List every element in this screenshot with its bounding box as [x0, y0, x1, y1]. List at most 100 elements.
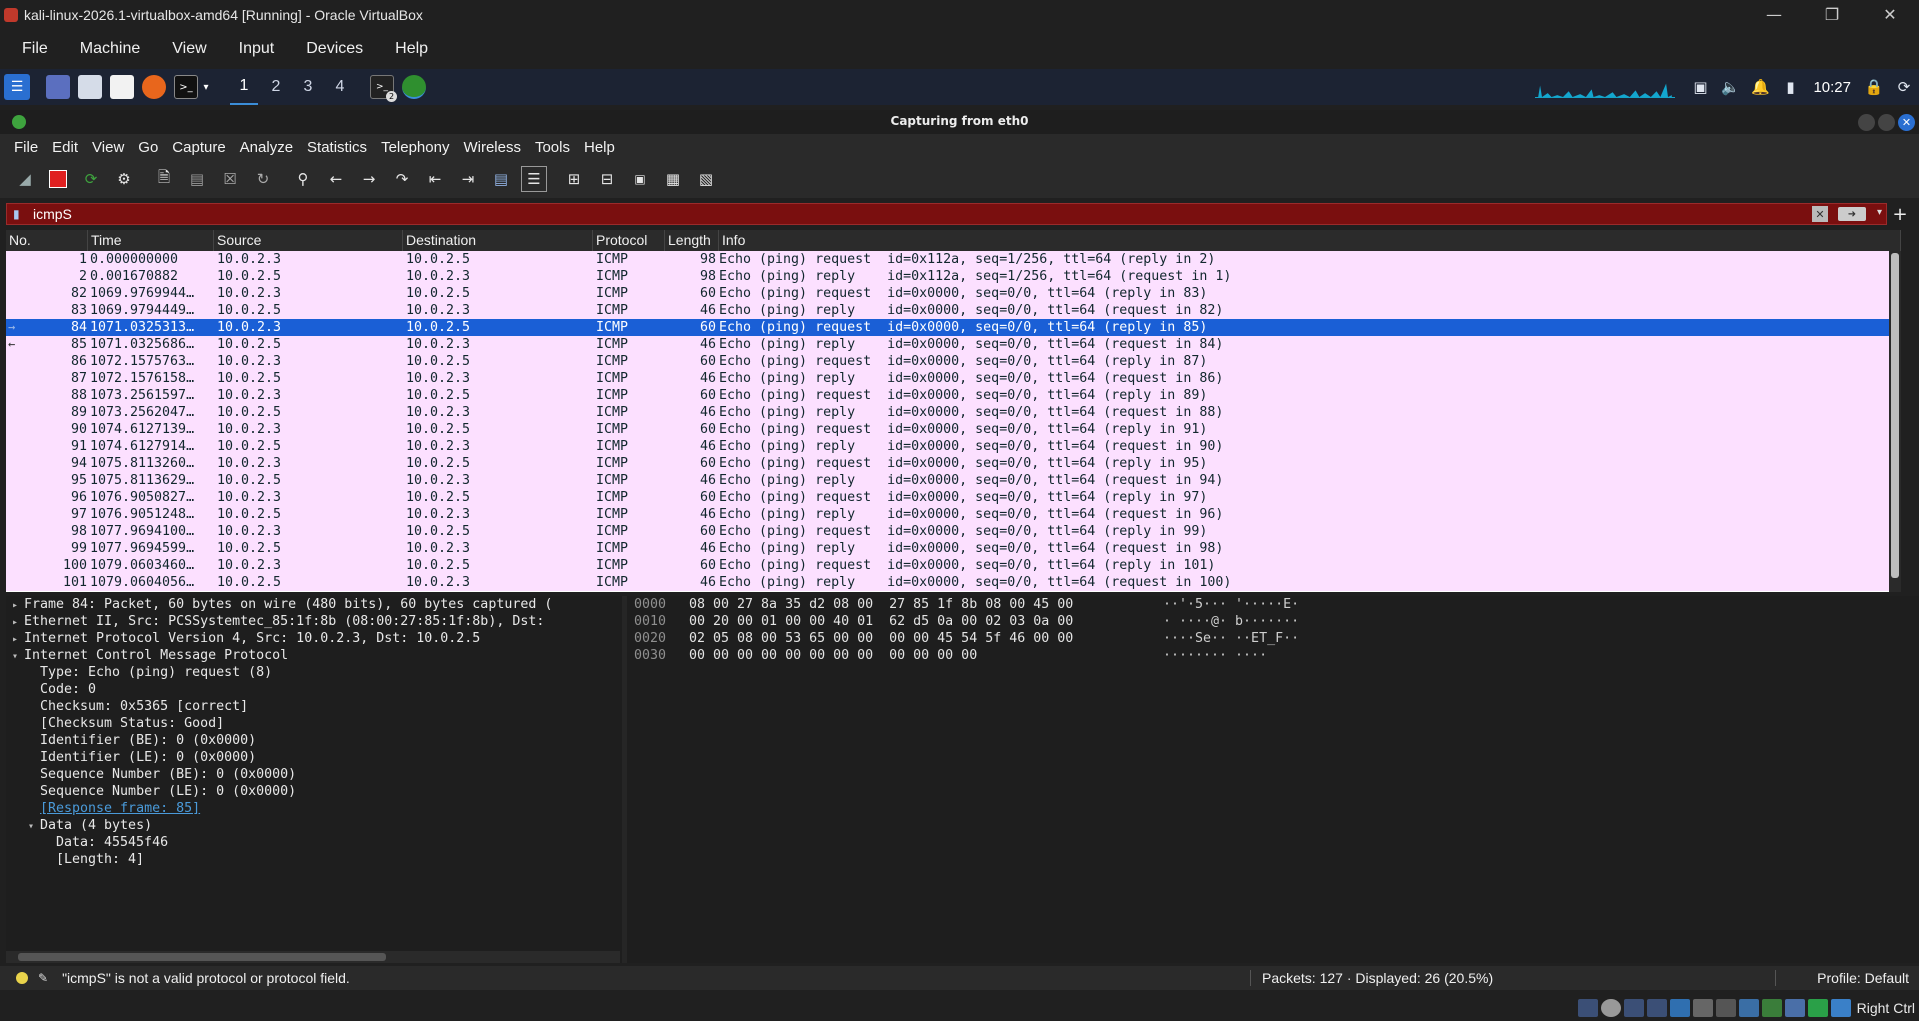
stop-capture-icon[interactable] — [45, 166, 71, 192]
packet-row[interactable]: 89 1073.2562047… 10.0.2.5 10.0.2.3 ICMP 46 Ech… — [6, 404, 1901, 421]
chevron-down-icon[interactable]: ▾ — [1877, 207, 1882, 218]
ws-menu-wireless[interactable]: Wireless — [458, 139, 526, 156]
ws-menu-statistics[interactable]: Statistics — [302, 139, 372, 156]
display-icon[interactable] — [1715, 999, 1736, 1017]
vbox-menu-view[interactable]: View — [161, 40, 217, 58]
taskbar-wireshark-icon[interactable] — [402, 75, 426, 99]
start-capture-icon[interactable]: ◢ — [12, 166, 38, 192]
vbox-menu-help[interactable]: Help — [384, 40, 439, 58]
detail-tree-item[interactable]: Data: 45545f46 — [6, 834, 622, 851]
minimize-button[interactable]: — — [1745, 0, 1803, 29]
close-button[interactable]: ✕ — [1861, 0, 1919, 29]
vbox-menu-devices[interactable]: Devices — [295, 40, 374, 58]
file-manager-icon[interactable] — [78, 75, 102, 99]
detail-tree-item[interactable]: ▾ Internet Control Message Protocol — [6, 647, 622, 664]
details-horizontal-scrollbar[interactable] — [6, 951, 620, 963]
packet-list[interactable]: No. Time Source Destination Protocol Len… — [6, 230, 1901, 592]
clear-filter-icon[interactable]: ✕ — [1812, 206, 1828, 222]
reload-file-icon[interactable]: ↻ — [250, 166, 276, 192]
ws-minimize-button[interactable] — [1858, 114, 1875, 131]
workspace-4[interactable]: 4 — [326, 69, 354, 105]
kali-menu-icon[interactable]: ☰ — [4, 74, 30, 100]
panel-clock[interactable]: 10:27 — [1805, 79, 1859, 96]
scrollbar-thumb[interactable] — [1891, 253, 1899, 578]
zoom-out-icon[interactable]: ⊟ — [594, 166, 620, 192]
keyboard-capture-icon[interactable] — [1830, 999, 1851, 1017]
detail-tree-item[interactable]: Checksum: 0x5365 [correct] — [6, 698, 622, 715]
apply-filter-icon[interactable]: ➜ — [1838, 207, 1866, 221]
column-header-destination[interactable]: Destination — [403, 230, 593, 251]
autoscroll-icon[interactable]: ▤ — [488, 166, 514, 192]
column-header-length[interactable]: Length — [665, 230, 719, 251]
packet-row[interactable]: 94 1075.8113260… 10.0.2.3 10.0.2.5 ICMP 60 Ech… — [6, 455, 1901, 472]
column-header-no[interactable]: No. — [6, 230, 88, 251]
usb-icon[interactable] — [1669, 999, 1690, 1017]
workspace-3[interactable]: 3 — [294, 69, 322, 105]
recording-icon[interactable] — [1761, 999, 1782, 1017]
ws-menu-capture[interactable]: Capture — [167, 139, 230, 156]
packet-row[interactable]: 87 1072.1576158… 10.0.2.5 10.0.2.3 ICMP 46 Ech… — [6, 370, 1901, 387]
response-frame-link[interactable]: [Response frame: 85] — [6, 800, 622, 817]
expanded-arrow-icon[interactable]: ▾ — [28, 818, 40, 835]
ws-menu-tools[interactable]: Tools — [530, 139, 575, 156]
packet-bytes-pane[interactable]: 0000 08 00 27 8a 35 d2 08 00 27 85 1f 8b … — [627, 596, 1919, 963]
host-key-label[interactable]: Right Ctrl — [1857, 1000, 1915, 1016]
packet-row[interactable]: 90 1074.6127139… 10.0.2.3 10.0.2.5 ICMP 60 Ech… — [6, 421, 1901, 438]
power-icon[interactable]: ⟳ — [1889, 69, 1919, 105]
go-forward-icon[interactable]: → — [356, 166, 382, 192]
detail-tree-item[interactable]: ▸ Internet Protocol Version 4, Src: 10.0.… — [6, 630, 622, 647]
packet-row[interactable]: 95 1075.8113629… 10.0.2.5 10.0.2.3 ICMP 46 Ech… — [6, 472, 1901, 489]
layout-icon[interactable]: ▧ — [693, 166, 719, 192]
workspace-1[interactable]: 1 — [230, 69, 258, 105]
save-file-icon[interactable]: ▤ — [184, 166, 210, 192]
volume-icon[interactable]: 🔈 — [1715, 69, 1745, 105]
open-file-icon[interactable]: 🗎 — [151, 166, 177, 192]
shared-folders-icon[interactable] — [1692, 999, 1713, 1017]
optical-drive-icon[interactable] — [1600, 999, 1621, 1017]
mouse-integration-icon[interactable] — [1807, 999, 1828, 1017]
close-file-icon[interactable]: ☒ — [217, 166, 243, 192]
go-first-packet-icon[interactable]: ⇤ — [422, 166, 448, 192]
display-filter-input[interactable] — [33, 206, 1433, 222]
vbox-menu-input[interactable]: Input — [228, 40, 286, 58]
expanded-arrow-icon[interactable]: ▾ — [12, 648, 24, 665]
packet-row[interactable]: 82 1069.9769944… 10.0.2.3 10.0.2.5 ICMP 60 Ech… — [6, 285, 1901, 302]
packet-row[interactable]: 86 1072.1575763… 10.0.2.3 10.0.2.5 ICMP 60 Ech… — [6, 353, 1901, 370]
column-header-info[interactable]: Info — [719, 230, 1901, 251]
cpu-icon[interactable] — [1784, 999, 1805, 1017]
ws-menu-go[interactable]: Go — [133, 139, 163, 156]
capture-comment-icon[interactable]: ✎ — [38, 971, 48, 985]
packet-row[interactable]: 98 1077.9694100… 10.0.2.3 10.0.2.5 ICMP 60 Ech… — [6, 523, 1901, 540]
lock-icon[interactable]: 🔒 — [1859, 69, 1889, 105]
video-capture-icon[interactable] — [1738, 999, 1759, 1017]
display-icon[interactable]: ▣ — [1685, 69, 1715, 105]
collapsed-arrow-icon[interactable]: ▸ — [12, 614, 24, 631]
go-last-packet-icon[interactable]: ⇥ — [455, 166, 481, 192]
display-filter-field[interactable]: ▮ ✕ ➜ ▾ — [6, 203, 1887, 225]
ws-menu-help[interactable]: Help — [579, 139, 620, 156]
detail-tree-item[interactable]: Sequence Number (LE): 0 (0x0000) — [6, 783, 622, 800]
firefox-icon[interactable] — [142, 75, 166, 99]
vbox-menu-machine[interactable]: Machine — [69, 40, 151, 58]
go-back-icon[interactable]: ← — [323, 166, 349, 192]
packet-list-scrollbar[interactable] — [1889, 251, 1901, 592]
collapsed-arrow-icon[interactable]: ▸ — [12, 631, 24, 648]
capture-options-icon[interactable]: ⚙ — [111, 166, 137, 192]
packet-row[interactable]: 88 1073.2561597… 10.0.2.3 10.0.2.5 ICMP 60 Ech… — [6, 387, 1901, 404]
profile-status[interactable]: Profile: Default — [1817, 970, 1909, 986]
ws-menu-view[interactable]: View — [87, 139, 129, 156]
hard-disk-icon[interactable] — [1577, 999, 1598, 1017]
battery-icon[interactable]: ▮ — [1775, 69, 1805, 105]
packet-row[interactable]: 97 1076.9051248… 10.0.2.5 10.0.2.3 ICMP 46 Ech… — [6, 506, 1901, 523]
ws-menu-telephony[interactable]: Telephony — [376, 139, 454, 156]
selected-packet-row[interactable]: 84 → 1071.0325313… 10.0.2.3 10.0.2.5 ICMP 60 Ec… — [6, 319, 1901, 336]
packet-row[interactable]: 2 0.001670882 10.0.2.5 10.0.2.3 ICMP 98 Echo (… — [6, 268, 1901, 285]
network-icon[interactable] — [1646, 999, 1667, 1017]
detail-tree-item[interactable]: Sequence Number (BE): 0 (0x0000) — [6, 766, 622, 783]
add-filter-button-icon[interactable]: + — [1887, 204, 1913, 225]
detail-tree-item[interactable]: Identifier (BE): 0 (0x0000) — [6, 732, 622, 749]
maximize-button[interactable]: ❐ — [1803, 0, 1861, 29]
column-header-source[interactable]: Source — [214, 230, 403, 251]
packet-row[interactable]: 91 1074.6127914… 10.0.2.5 10.0.2.3 ICMP 46 Ech… — [6, 438, 1901, 455]
bytes-row[interactable]: 0000 08 00 27 8a 35 d2 08 00 27 85 1f 8b … — [627, 596, 1919, 613]
